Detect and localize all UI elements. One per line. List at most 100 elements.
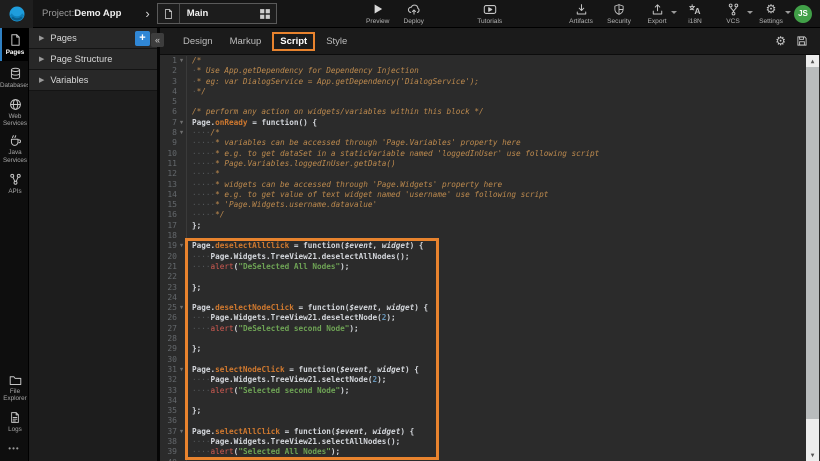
vcs-button[interactable]: VCS [720, 3, 746, 25]
sidebar-item-pages[interactable]: Pages [0, 28, 28, 61]
token: deselectAllClick [215, 241, 289, 250]
breadcrumb-chevron-icon[interactable]: › [145, 7, 149, 20]
chevron-down-icon[interactable] [785, 11, 791, 14]
scrollbar-thumb[interactable] [806, 67, 819, 419]
sidebar-item-web-services[interactable]: Web Services [0, 94, 28, 130]
line-number: 9 [160, 138, 177, 148]
fold-marker-icon[interactable]: ▼ [177, 365, 186, 375]
panel-section-pages[interactable]: ▶Pages+ [29, 28, 157, 49]
code-line: 29}; [160, 344, 820, 354]
fold-spacer [177, 344, 186, 354]
fold-marker-icon[interactable]: ▼ [177, 118, 186, 128]
code-line: 19▼Page.deselectAllClick = function($eve… [160, 241, 820, 251]
tab-markup[interactable]: Markup [230, 33, 262, 50]
preview-button[interactable]: Preview [365, 3, 391, 25]
fold-marker-icon[interactable]: ▼ [177, 427, 186, 437]
script-editor[interactable]: 1▼/*2·* Use App.getDependency for Depend… [160, 55, 820, 461]
fold-marker-icon[interactable]: ▼ [177, 128, 186, 138]
token: onReady [215, 118, 247, 127]
line-number: 36 [160, 416, 177, 426]
sidebar-item-databases[interactable]: Databases [0, 61, 28, 94]
action-label: Tutorials [477, 18, 502, 25]
line-gutter: 27 [160, 324, 187, 334]
tab-script[interactable]: Script [272, 32, 315, 51]
action-label: VCS [726, 18, 740, 25]
line-gutter: 4 [160, 87, 187, 97]
more-menu-button[interactable]: ••• [0, 438, 28, 461]
code-line: 2·* Use App.getDependency for Dependency… [160, 66, 820, 76]
fold-marker-icon[interactable]: ▼ [177, 56, 186, 66]
scrollbar-track[interactable] [806, 419, 819, 449]
settings-button[interactable]: ⚙Settings [758, 3, 784, 25]
security-button[interactable]: Security [606, 3, 632, 25]
code-text [187, 416, 192, 426]
app-logo[interactable] [0, 0, 33, 28]
panel-section-page-structure[interactable]: ▶Page Structure [29, 49, 157, 70]
add-page-button[interactable]: + [135, 31, 150, 46]
play-icon [372, 3, 384, 16]
code-text: ····alert("DeSelected All Nodes"); [187, 262, 349, 272]
i18n-button[interactable]: Ai18N [682, 3, 708, 25]
code-text: ····alert("Selected All Nodes"); [187, 447, 340, 457]
whitespace-dots: ···· [192, 386, 211, 395]
deploy-button[interactable]: Deploy [401, 3, 427, 25]
token: "Selected All Nodes" [238, 447, 331, 456]
code-text: ·····* 'Page.Widgets.username.datavalue' [187, 200, 377, 210]
code-text: }; [187, 283, 201, 293]
fold-spacer [177, 159, 186, 169]
save-icon[interactable] [796, 35, 808, 47]
line-number: 19 [160, 241, 177, 251]
token: alert [211, 262, 234, 271]
user-avatar[interactable]: JS [794, 5, 812, 23]
token: }; [192, 406, 201, 415]
folder-icon [9, 374, 22, 386]
sidebar-item-logs[interactable]: Logs [0, 405, 28, 438]
token: */ [197, 87, 206, 96]
panel-section-variables[interactable]: ▶Variables [29, 70, 157, 91]
code-text [187, 334, 192, 344]
svg-text:A: A [694, 5, 700, 15]
line-number: 10 [160, 149, 177, 159]
fold-marker-icon[interactable]: ▼ [177, 241, 186, 251]
grid-icon[interactable] [254, 8, 276, 20]
sidebar-item-label: Java Services [3, 149, 27, 163]
chevron-down-icon[interactable] [671, 11, 677, 14]
scroll-down-icon[interactable]: ▼ [806, 449, 819, 461]
code-line: 26····Page.Widgets.TreeView21.deselectNo… [160, 313, 820, 323]
action-label: i18N [688, 18, 702, 25]
scroll-up-icon[interactable]: ▲ [806, 55, 819, 67]
line-gutter: 34 [160, 396, 187, 406]
line-gutter: 21 [160, 262, 187, 272]
code-line: 23}; [160, 283, 820, 293]
token: widget [377, 365, 405, 374]
code-line: 36 [160, 416, 820, 426]
panel-collapse-button[interactable]: « [151, 33, 164, 47]
token: * 'Page.Widgets.username.datavalue' [215, 200, 377, 209]
code-text: ····alert("Selected second Node"); [187, 386, 349, 396]
code-text: ····Page.Widgets.TreeView21.selectNode(2… [187, 375, 386, 385]
export-button[interactable]: Export [644, 3, 670, 25]
tab-style[interactable]: Style [326, 33, 347, 50]
page-selector[interactable]: Main [157, 3, 277, 24]
fold-spacer [177, 355, 186, 365]
code-text: ····/* [187, 128, 220, 138]
whitespace-dots: ···· [192, 262, 211, 271]
code-line: 40 [160, 458, 820, 461]
fold-marker-icon[interactable]: ▼ [177, 303, 186, 313]
code-line: 5 [160, 97, 820, 107]
line-gutter: 31▼ [160, 365, 187, 375]
line-gutter: 29 [160, 344, 187, 354]
editor-scrollbar[interactable]: ▲ ▼ [806, 55, 819, 461]
editor-settings-icon[interactable]: ⚙ [775, 35, 786, 47]
token: /* perform any action on widgets/variabl… [192, 107, 484, 116]
sidebar-item-java-services[interactable]: Java Services [0, 130, 28, 166]
tab-design[interactable]: Design [183, 33, 213, 50]
token: $event [336, 427, 364, 436]
line-gutter: 36 [160, 416, 187, 426]
chevron-down-icon[interactable] [747, 11, 753, 14]
artifacts-button[interactable]: Artifacts [568, 3, 594, 25]
tutorials-button[interactable]: Tutorials [477, 3, 503, 25]
sidebar-item-file-explorer[interactable]: File Explorer [0, 370, 28, 405]
sidebar-item-apis[interactable]: APIs [0, 167, 28, 200]
line-gutter: 14 [160, 190, 187, 200]
